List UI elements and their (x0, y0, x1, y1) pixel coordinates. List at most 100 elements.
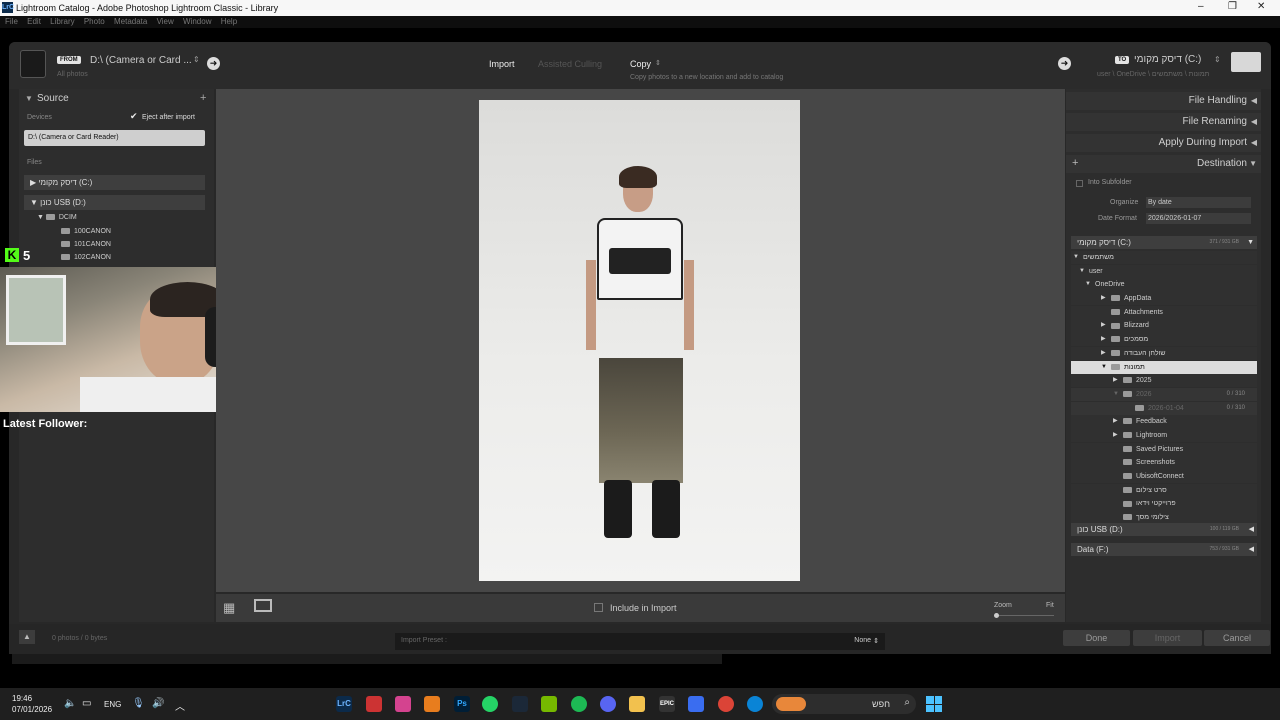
import-preset-select[interactable]: None (854, 637, 871, 644)
done-button[interactable]: Done (1063, 630, 1130, 646)
file-explorer-icon[interactable] (629, 696, 645, 712)
arrow-right-icon[interactable]: ➜ (207, 57, 220, 70)
tree-folder-row[interactable]: פרוייקטי וידאו (1071, 497, 1257, 511)
folder-icon (1123, 514, 1132, 521)
tree-folder-row[interactable]: ▼ user (1071, 264, 1257, 278)
folder-101canon[interactable]: 101CANON (61, 239, 111, 251)
tree-folder-row[interactable]: ▶ AppData (1071, 292, 1257, 306)
tree-folder-row[interactable]: 2026-01-04 0 / 310 (1071, 401, 1257, 415)
chevron-up-icon[interactable]: ︿ (175, 698, 185, 713)
tree-folder-row[interactable]: סרט צילום (1071, 483, 1257, 497)
folder-dcim[interactable]: ▼ DCIM (37, 212, 77, 224)
date-format-select[interactable]: 2026/2026-01-07 (1146, 213, 1251, 224)
epic-games-icon[interactable]: EPIC (659, 696, 675, 712)
tree-folder-row[interactable]: ▼ 2026 0 / 310 (1071, 387, 1257, 402)
taskbar-search[interactable]: חפש ⌕ (772, 694, 916, 714)
chevron-updown-icon[interactable]: ⇕ (655, 59, 661, 67)
folder-100canon[interactable]: 100CANON (61, 226, 111, 238)
section-destination[interactable]: + Destination ▼ (1066, 155, 1261, 173)
chevron-updown-icon[interactable]: ⇕ (193, 55, 200, 64)
folder-102canon[interactable]: 102CANON (61, 252, 111, 264)
arrow-right-icon[interactable]: ➜ (1058, 57, 1071, 70)
tree-folder-row[interactable]: ▼ OneDrive (1071, 278, 1257, 292)
windows-start-icon[interactable] (926, 696, 942, 712)
drive-d-row[interactable]: ▼ כונן USB (D:) (24, 195, 205, 210)
tree-folder-row[interactable]: ▶ Lightroom (1071, 428, 1257, 443)
volume-icon[interactable]: 🔊 (152, 698, 164, 709)
menu-file[interactable]: File (5, 16, 18, 28)
eject-after-import-label[interactable]: Eject after import (142, 114, 195, 121)
include-checkbox[interactable] (594, 603, 603, 612)
tree-folder-row[interactable]: Attachments (1071, 305, 1257, 320)
minimize-icon[interactable]: – (1198, 1, 1204, 12)
app-taskbar-icon[interactable] (366, 696, 382, 712)
triangle-down-icon[interactable]: ▼ (25, 94, 33, 103)
cancel-button[interactable]: Cancel (1204, 630, 1270, 646)
photoshop-icon[interactable]: Ps (454, 696, 470, 712)
chrome-icon[interactable] (718, 696, 734, 712)
lightroom-taskbar-icon[interactable]: LrC (336, 696, 352, 712)
mode-import[interactable]: Import (489, 59, 515, 69)
close-icon[interactable]: ✕ (1257, 1, 1265, 12)
app-taskbar-icon[interactable] (395, 696, 411, 712)
menu-view[interactable]: View (157, 16, 174, 28)
volume-f-row[interactable]: Data (F:) 753 / 931 GB ◀ (1071, 543, 1257, 556)
whatsapp-icon[interactable] (482, 696, 498, 712)
discord-icon[interactable] (600, 696, 616, 712)
grid-view-icon[interactable]: ▦ (223, 600, 235, 616)
chevron-updown-icon[interactable]: ⇕ (873, 637, 879, 645)
tree-folder-row[interactable]: ▶ Feedback (1071, 415, 1257, 429)
volume-f-label: Data (F:) (1077, 545, 1109, 554)
copy-mode-select[interactable]: Copy (630, 59, 651, 69)
mode-assisted-culling[interactable]: Assisted Culling (538, 59, 602, 69)
microphone-icon[interactable]: 🎙 (132, 698, 145, 709)
tree-folder-row[interactable]: ▶ שולחן העבודה (1071, 346, 1257, 361)
menu-photo[interactable]: Photo (84, 16, 105, 28)
checkmark-icon[interactable]: ✔ (130, 111, 138, 122)
brave-icon[interactable] (424, 696, 440, 712)
zoom-slider[interactable] (994, 615, 1054, 616)
import-button[interactable]: Import (1133, 630, 1202, 646)
menu-metadata[interactable]: Metadata (114, 16, 147, 28)
menu-help[interactable]: Help (221, 16, 237, 28)
tree-folder-row[interactable]: ▼ תמונות (1071, 360, 1257, 374)
network-icon[interactable]: ▭ (82, 698, 91, 709)
tree-folder-row[interactable]: Screenshots (1071, 456, 1257, 470)
into-subfolder-checkbox[interactable] (1076, 180, 1083, 187)
maximize-icon[interactable]: ❐ (1228, 1, 1237, 12)
plus-icon[interactable]: + (200, 92, 206, 104)
volume-d-row[interactable]: כונן USB (D:) 100 / 119 GB ◀ (1071, 523, 1257, 536)
tree-folder-row[interactable]: ▶ Blizzard (1071, 319, 1257, 333)
speaker-icon[interactable]: 🔈 (64, 698, 76, 709)
plus-icon[interactable]: + (1072, 157, 1078, 169)
section-apply-during-import[interactable]: Apply During Import ◀ (1066, 134, 1261, 152)
tree-folder-row[interactable]: UbisoftConnect (1071, 470, 1257, 484)
section-file-handling[interactable]: File Handling ◀ (1066, 92, 1261, 110)
nvidia-icon[interactable] (541, 696, 557, 712)
menu-edit[interactable]: Edit (27, 16, 41, 28)
device-card-reader[interactable]: D:\ (Camera or Card Reader) (24, 130, 205, 146)
expand-up-icon[interactable]: ▲ (19, 630, 35, 644)
section-file-renaming[interactable]: File Renaming ◀ (1066, 113, 1261, 131)
organize-select[interactable]: By date (1146, 197, 1251, 208)
triangle-down-icon: ▼ (1249, 159, 1257, 168)
from-source-select[interactable]: D:\ (Camera or Card ... (90, 55, 192, 66)
steam-icon[interactable] (512, 696, 528, 712)
menu-window[interactable]: Window (183, 16, 211, 28)
spotify-icon[interactable] (571, 696, 587, 712)
to-destination-select[interactable]: דיסק מקומי (C:) (1134, 54, 1201, 65)
loupe-view-icon[interactable] (254, 599, 272, 612)
tree-folder-row[interactable]: ▶ מסמכים (1071, 333, 1257, 347)
edge-icon[interactable] (747, 696, 763, 712)
tree-folder-row[interactable]: ▼ משתמשים (1071, 251, 1257, 265)
volume-c-row[interactable]: דיסק מקומי (C:) 371 / 931 GB ▼ (1071, 236, 1257, 249)
tree-folder-row[interactable]: Saved Pictures (1071, 442, 1257, 456)
chevron-updown-icon[interactable]: ⇕ (1214, 55, 1221, 64)
drive-c-row[interactable]: ▶ דיסק מקומי (C:) (24, 175, 205, 190)
language-indicator[interactable]: ENG (104, 700, 121, 709)
photo-preview[interactable] (479, 100, 800, 581)
menu-library[interactable]: Library (50, 16, 74, 28)
zoom-slider-thumb[interactable] (994, 613, 999, 618)
tree-folder-row[interactable]: ▶ 2025 (1071, 374, 1257, 388)
microsoft-store-icon[interactable] (688, 696, 704, 712)
